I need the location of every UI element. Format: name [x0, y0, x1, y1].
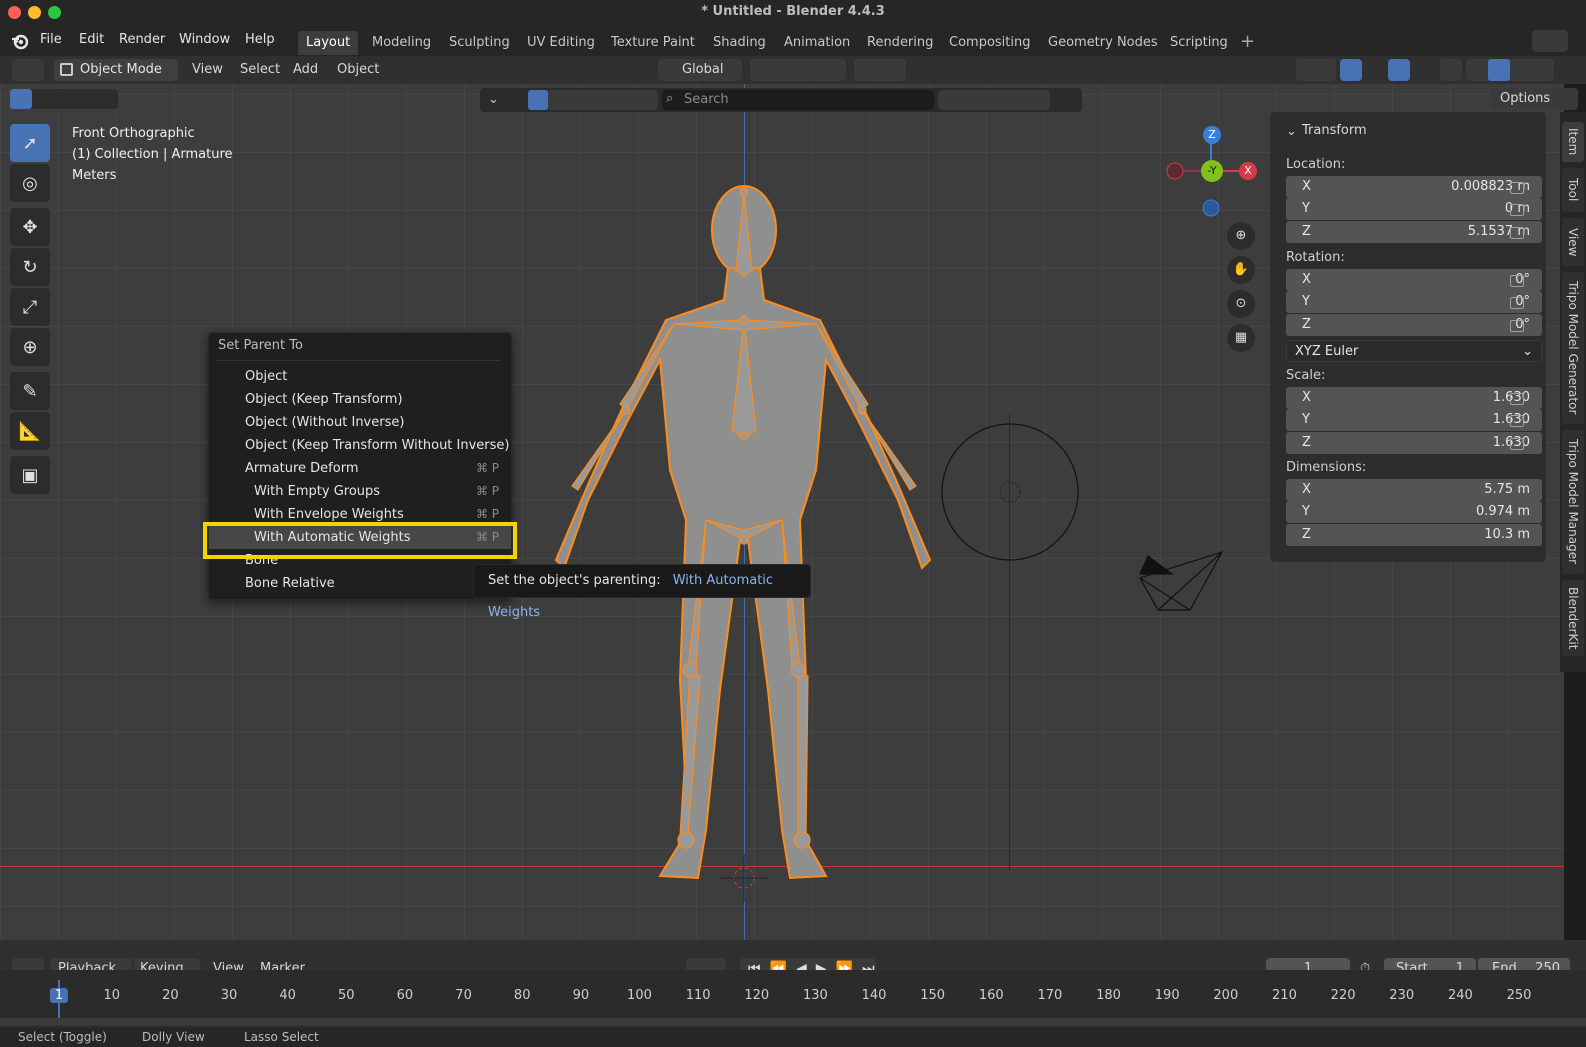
- menu-divider: [217, 360, 501, 361]
- menu-item-armature-deform[interactable]: Armature Deform ⌘ P: [209, 457, 511, 480]
- menu-item-with-empty-groups[interactable]: With Empty Groups ⌘ P: [209, 480, 511, 503]
- timeline-tick: 90: [572, 988, 590, 1003]
- status-bar: Select (Toggle) Dolly View Lasso Select: [0, 1028, 1586, 1047]
- timeline-tick: 120: [744, 988, 770, 1003]
- menu-item-object-keep-transform[interactable]: Object (Keep Transform): [209, 388, 511, 411]
- dimensions-z-field[interactable]: Z 10.3 m: [1286, 524, 1542, 546]
- timeline-tick: 30: [220, 988, 238, 1003]
- pan-hand-icon[interactable]: ✋: [1227, 256, 1255, 284]
- location-z-field[interactable]: Z 5.1537 m: [1286, 221, 1542, 243]
- gizmo-z-axis[interactable]: Z: [1203, 126, 1221, 144]
- status-dolly: Dolly View: [142, 1030, 205, 1044]
- timeline-tick: 70: [455, 988, 472, 1003]
- dimensions-label: Dimensions:: [1286, 460, 1367, 475]
- timeline-tick: 50: [338, 988, 355, 1003]
- status-lasso: Lasso Select: [244, 1030, 319, 1044]
- zoom-icon[interactable]: ⊕: [1227, 222, 1255, 250]
- location-label: Location:: [1286, 157, 1346, 172]
- tab-view[interactable]: View: [1562, 218, 1584, 266]
- timeline-scrollbar[interactable]: [0, 1018, 1586, 1026]
- timeline-tick: 230: [1389, 988, 1415, 1003]
- camera-view-icon[interactable]: ⊙: [1227, 290, 1255, 318]
- rotation-mode-dropdown[interactable]: XYZ Euler ⌄: [1286, 340, 1542, 362]
- set-parent-menu: Set Parent To Object Object (Keep Transf…: [208, 332, 512, 600]
- location-y-field[interactable]: Y0 m: [1286, 198, 1542, 220]
- menu-title: Set Parent To: [218, 338, 303, 353]
- chevron-down-icon[interactable]: ⌄: [1286, 124, 1297, 139]
- 3d-cursor-icon: [720, 854, 768, 902]
- timeline-tick: 10: [103, 988, 121, 1003]
- menu-item-object-without-inverse[interactable]: Object (Without Inverse): [209, 411, 511, 434]
- gizmo-x-axis[interactable]: X: [1239, 162, 1257, 180]
- menu-item-object-keep-transform-without-inverse[interactable]: Object (Keep Transform Without Inverse): [209, 434, 511, 457]
- scale-y-field[interactable]: Y 1.630: [1286, 409, 1542, 431]
- dimensions-x-field[interactable]: X 5.75 m: [1286, 479, 1542, 501]
- menu-item-bone-relative[interactable]: Bone Relative: [209, 572, 511, 595]
- dimensions-y-field[interactable]: Y 0.974 m: [1286, 501, 1542, 523]
- timeline-tick: 130: [802, 988, 828, 1003]
- timeline-tick: 160: [978, 988, 1004, 1003]
- scale-label: Scale:: [1286, 368, 1326, 383]
- timeline-tick: 20: [162, 988, 179, 1003]
- scale-x-field[interactable]: X 1.630: [1286, 387, 1542, 409]
- timeline-tick: 170: [1037, 988, 1063, 1003]
- timeline-tick: 100: [627, 988, 652, 1003]
- timeline-tick: 240: [1447, 988, 1473, 1003]
- tab-tripo-model-generator[interactable]: Tripo Model Generator: [1562, 272, 1584, 424]
- timeline-tick: 190: [1154, 988, 1180, 1003]
- timeline-tick: 180: [1096, 988, 1121, 1003]
- lock-icon[interactable]: [1510, 415, 1524, 427]
- chevron-down-icon: ⌄: [1522, 344, 1533, 359]
- timeline-tick: 220: [1330, 988, 1356, 1003]
- lock-icon[interactable]: [1510, 393, 1524, 405]
- empty-center-icon: [999, 481, 1021, 503]
- highlight-box: [203, 522, 517, 559]
- timeline-tick: 40: [279, 988, 296, 1003]
- menu-item-object[interactable]: Object: [209, 365, 511, 388]
- timeline-tick: 1: [49, 988, 69, 1003]
- timeline-tick: 200: [1213, 988, 1239, 1003]
- rotation-y-field[interactable]: Y 0°: [1286, 291, 1542, 313]
- lock-icon[interactable]: [1510, 297, 1524, 309]
- timeline-tick: 60: [396, 988, 414, 1003]
- timeline-tick: 110: [685, 988, 711, 1003]
- empty-circle: [941, 423, 1079, 561]
- lock-icon[interactable]: [1510, 204, 1524, 216]
- timeline-tick: 250: [1506, 988, 1532, 1003]
- tab-blenderkit[interactable]: BlenderKit: [1562, 580, 1584, 656]
- tooltip: Set the object's parenting: With Automat…: [473, 564, 811, 620]
- rotation-label: Rotation:: [1286, 250, 1345, 265]
- panel-title-transform[interactable]: Transform: [1302, 123, 1367, 138]
- timeline-tick: 80: [513, 988, 531, 1003]
- timeline-tick: 150: [920, 988, 946, 1003]
- tab-item[interactable]: Item: [1562, 122, 1584, 162]
- lock-icon[interactable]: [1510, 275, 1524, 287]
- tab-tool[interactable]: Tool: [1562, 168, 1584, 212]
- lock-icon[interactable]: [1510, 182, 1524, 194]
- location-x-field[interactable]: X 0.008823 m: [1286, 176, 1542, 198]
- scale-z-field[interactable]: Z 1.630: [1286, 432, 1542, 454]
- rotation-z-field[interactable]: Z 0°: [1286, 314, 1542, 336]
- lock-icon[interactable]: [1510, 438, 1524, 450]
- timeline-tick: 140: [861, 988, 887, 1003]
- lock-icon[interactable]: [1510, 227, 1524, 239]
- rotation-x-field[interactable]: X 0°: [1286, 269, 1542, 291]
- tab-tripo-model-manager[interactable]: Tripo Model Manager: [1562, 430, 1584, 574]
- status-select: Select (Toggle): [18, 1030, 107, 1044]
- ortho-grid-icon[interactable]: ▦: [1227, 324, 1255, 352]
- lock-icon[interactable]: [1510, 320, 1524, 332]
- gizmo-y-axis[interactable]: -Y: [1201, 160, 1223, 182]
- tooltip-text: Set the object's parenting:: [488, 573, 661, 588]
- camera-object: [1138, 550, 1224, 611]
- timeline-tick: 210: [1272, 988, 1297, 1003]
